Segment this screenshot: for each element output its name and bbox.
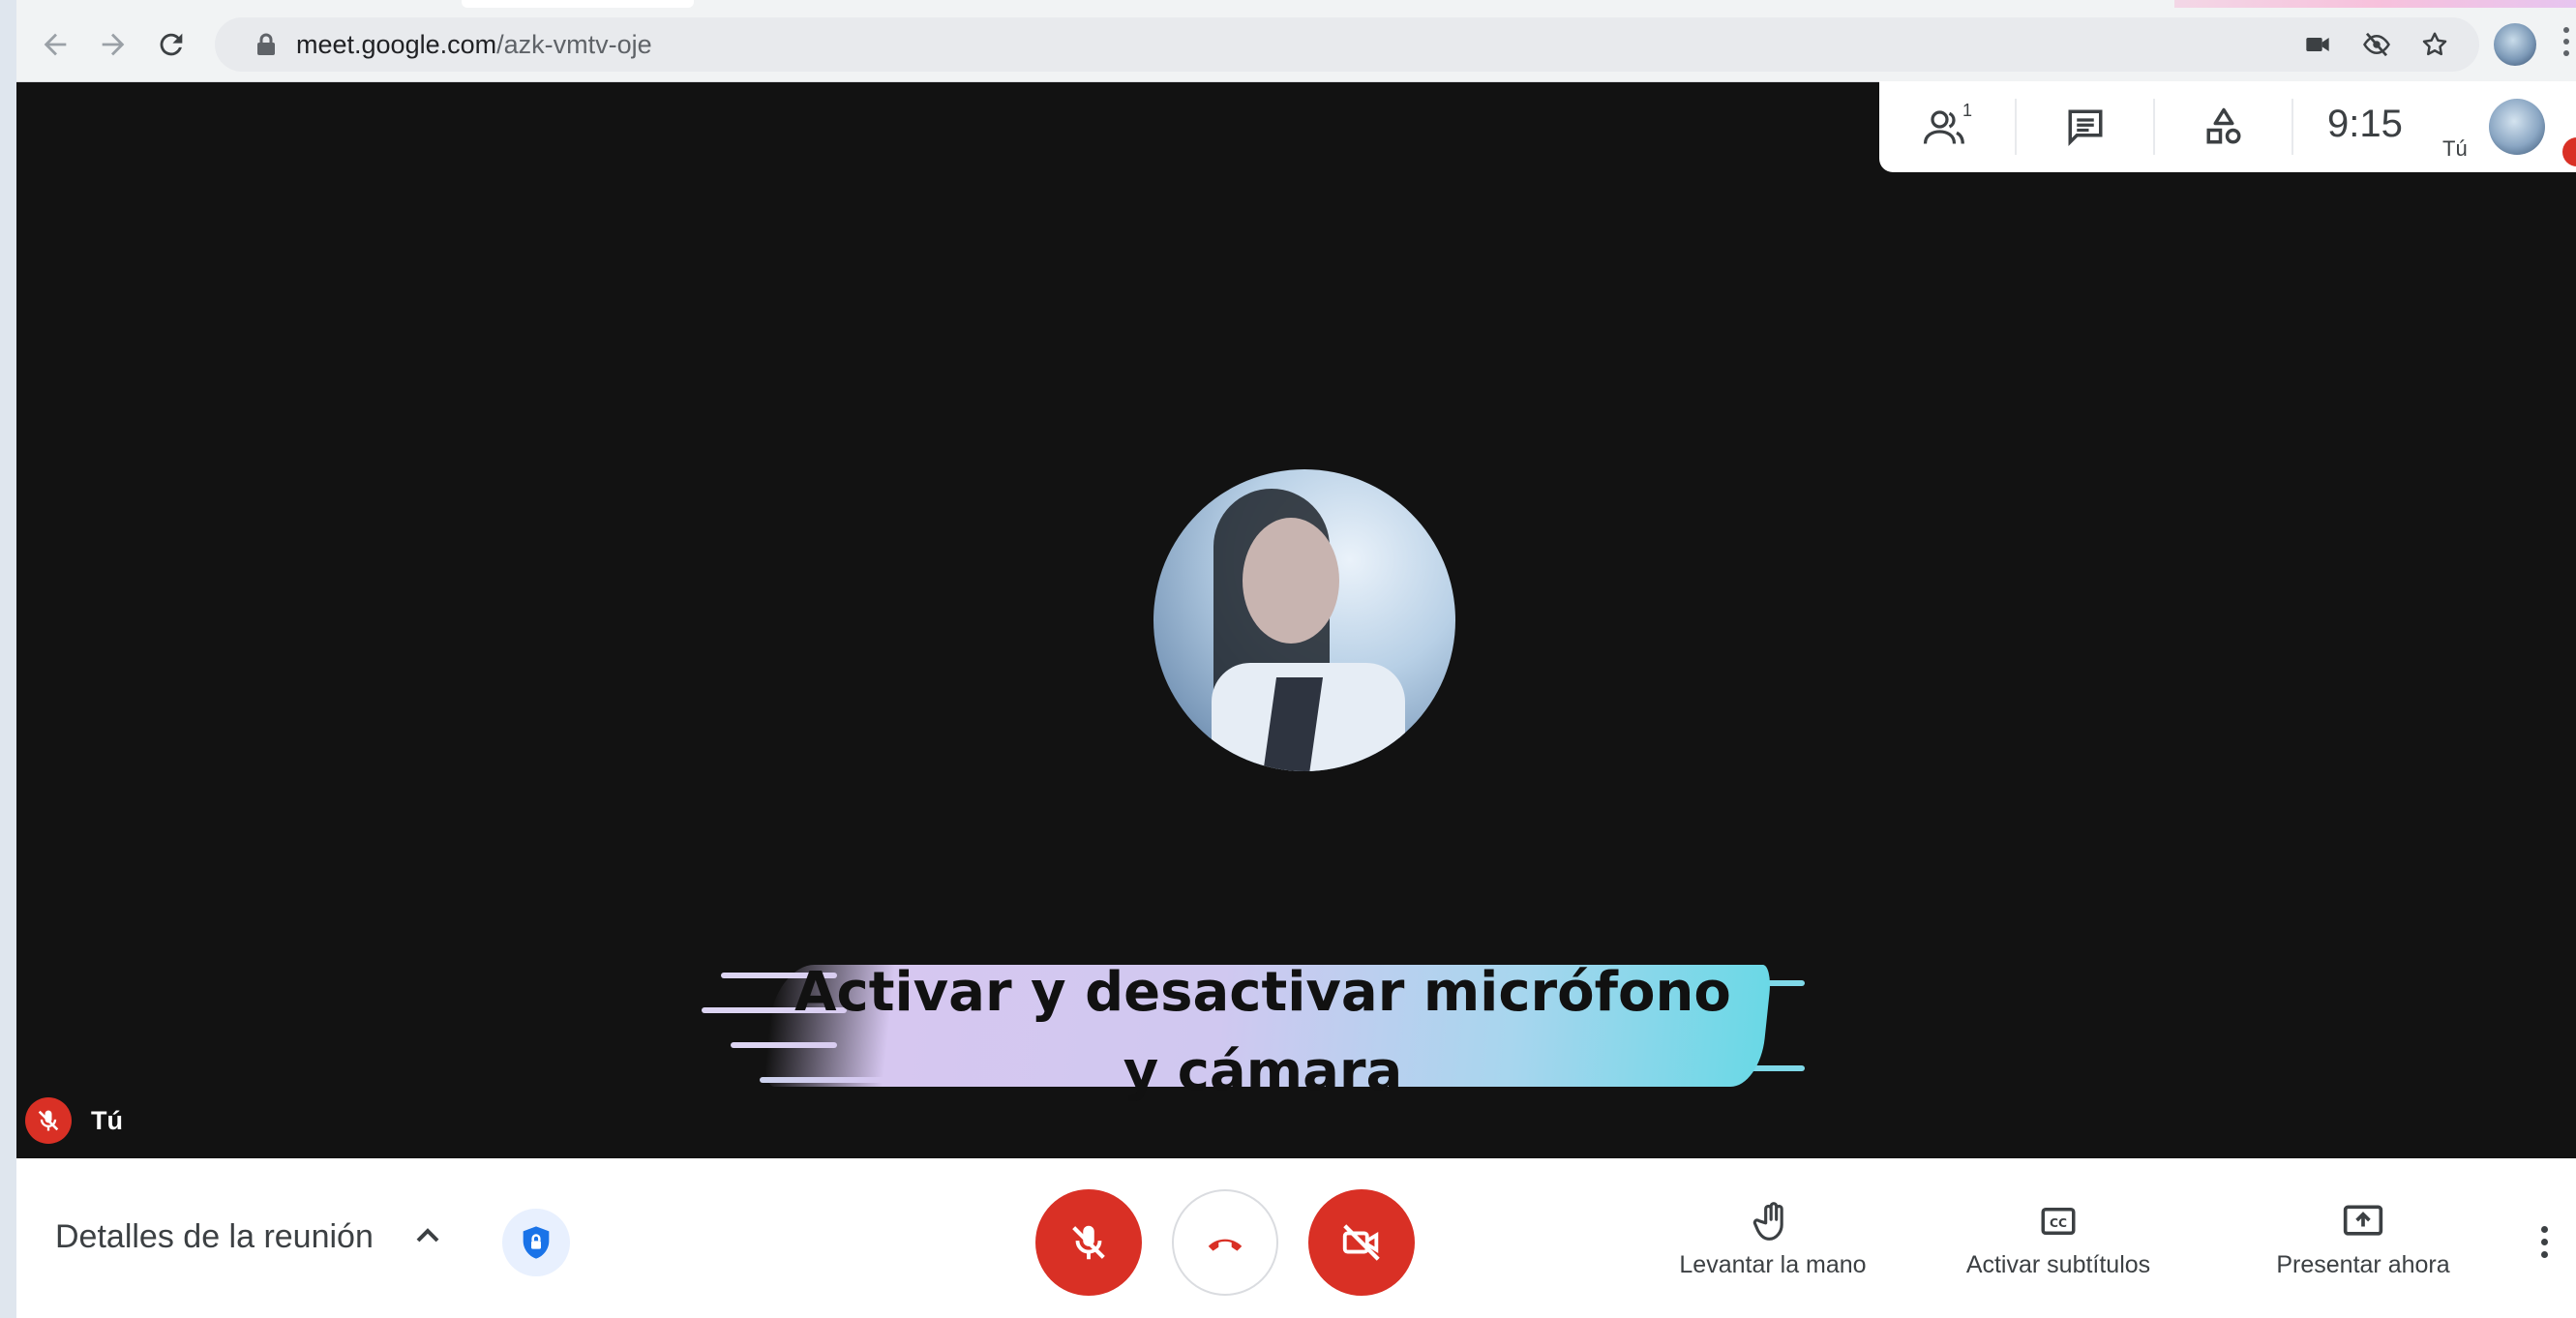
participants-button[interactable]: 1 [1918, 101, 1976, 151]
raise-hand-button[interactable]: Levantar la mano [1657, 1197, 1889, 1279]
divider [2015, 99, 2017, 155]
forward-button[interactable] [90, 21, 136, 68]
self-label: Tú [2442, 136, 2468, 161]
dot-icon [2563, 27, 2569, 33]
closed-captions-icon: CC [2041, 1208, 2076, 1235]
divider [2153, 99, 2155, 155]
banner-title: Activar y desactivar micrófono y cámara [702, 953, 1824, 1112]
chat-icon [2068, 109, 2103, 146]
captions-button[interactable]: CC Activar subtítulos [1937, 1197, 2179, 1279]
shield-lock-icon [523, 1226, 550, 1259]
reload-button[interactable] [148, 21, 195, 68]
dot-icon [2541, 1251, 2548, 1258]
mic-off-icon [1072, 1225, 1105, 1260]
meeting-details-button[interactable]: Detalles de la reunión [55, 1218, 374, 1256]
url-text: meet.google.com/azk-vmtv-oje [296, 30, 652, 60]
address-bar[interactable]: meet.google.com/azk-vmtv-oje [215, 17, 2479, 72]
meeting-top-bar: 1 9:15 Tú [1879, 81, 2576, 172]
bookmark-button[interactable] [2417, 27, 2452, 62]
reload-icon [160, 33, 183, 56]
chat-button[interactable] [2056, 103, 2114, 151]
meeting-controls-bar: Detalles de la reunión Levantar la mano … [16, 1158, 2576, 1318]
back-button[interactable] [32, 21, 78, 68]
present-label: Presentar ahora [2276, 1251, 2450, 1278]
participants-count: 1 [1962, 101, 1973, 120]
video-camera-icon [2306, 38, 2329, 51]
shapes-icon [2206, 107, 2241, 144]
mic-off-badge [25, 1097, 72, 1144]
arrow-right-icon [102, 33, 125, 56]
participant-avatar [1153, 469, 1455, 771]
browser-profile-avatar[interactable] [2494, 23, 2536, 66]
url-path: /azk-vmtv-oje [496, 30, 652, 59]
present-screen-icon [2343, 1205, 2383, 1236]
dot-icon [2563, 39, 2569, 45]
security-button[interactable] [502, 1209, 570, 1276]
dot-icon [2563, 50, 2569, 56]
meeting-clock: 9:15 [2327, 103, 2403, 145]
cc-icon-wrap: CC [1937, 1197, 2179, 1245]
caption-banner: Activar y desactivar micrófono y cámara [702, 944, 1824, 1110]
browser-menu-button[interactable] [2561, 27, 2571, 62]
toggle-camera-button[interactable] [1308, 1189, 1415, 1296]
camera-off-icon [1342, 1224, 1380, 1261]
browser-toolbar: meet.google.com/azk-vmtv-oje [16, 0, 2576, 82]
lock-icon [257, 33, 275, 55]
self-tile-label: Tú [25, 1097, 123, 1144]
arrow-left-icon [44, 33, 67, 56]
toggle-microphone-button[interactable] [1035, 1189, 1142, 1296]
self-avatar-thumbnail[interactable] [2489, 99, 2545, 155]
avatar-face [1243, 518, 1339, 644]
eye-off-icon [2363, 32, 2390, 57]
leave-call-button[interactable] [1172, 1189, 1278, 1296]
mic-off-icon [38, 1110, 59, 1131]
more-options-button[interactable] [2540, 1226, 2550, 1265]
muted-badge-icon [2562, 137, 2576, 166]
captions-label: Activar subtítulos [1965, 1251, 2151, 1278]
tracking-protection-button[interactable] [2359, 27, 2394, 62]
active-tab-edge[interactable] [462, 0, 694, 8]
camera-permission-button[interactable] [2300, 27, 2335, 62]
present-now-button[interactable]: Presentar ahora [2237, 1197, 2489, 1279]
tab-strip-decoration [2174, 0, 2576, 8]
banner-line-2: y cámara [1123, 1040, 1403, 1103]
url-host: meet.google.com [296, 30, 497, 59]
divider [2291, 99, 2293, 155]
activities-button[interactable] [2195, 103, 2253, 151]
hang-up-icon [1208, 1239, 1243, 1251]
chevron-up-icon[interactable] [408, 1216, 447, 1255]
hand-icon [1752, 1202, 1783, 1241]
dot-icon [2541, 1226, 2548, 1233]
star-icon [2422, 32, 2447, 56]
self-name: Tú [91, 1105, 123, 1135]
dot-icon [2541, 1239, 2548, 1245]
raise-hand-label: Levantar la mano [1679, 1251, 1867, 1278]
svg-text:CC: CC [2050, 1216, 2067, 1230]
present-icon-wrap [2237, 1197, 2489, 1245]
banner-line-1: Activar y desactivar micrófono [794, 961, 1731, 1024]
hand-icon-wrap [1657, 1197, 1889, 1245]
